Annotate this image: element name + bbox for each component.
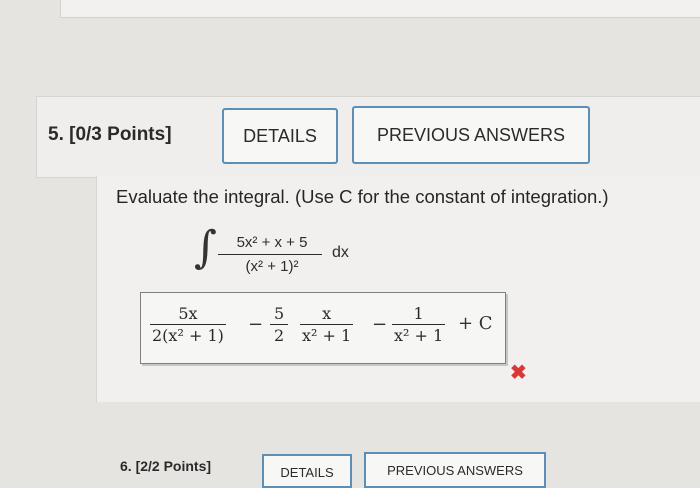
integrand-differential: dx — [332, 244, 349, 261]
integral-sign: ∫ — [194, 222, 217, 273]
answer-term-2: 5 2 — [270, 304, 289, 347]
answer-term-1-denominator: 2(x² + 1) — [152, 326, 224, 345]
answer-term-1: 5x 2(x² + 1) — [150, 304, 226, 347]
answer-term-4-numerator: 1 — [413, 304, 424, 323]
answer-term-4-denominator: x² + 1 — [394, 326, 444, 345]
answer-constant: + C — [458, 313, 493, 334]
answer-term-3: x x² + 1 — [300, 304, 354, 347]
answer-operator-2: − — [372, 314, 388, 335]
details-button[interactable]: DETAILS — [222, 108, 338, 164]
integrand-denominator: (x² + 1)² — [245, 258, 299, 275]
answer-term-3-denominator: x² + 1 — [302, 326, 352, 345]
answer-term-4: 1 x² + 1 — [392, 304, 446, 347]
integrand-fraction-bar — [218, 254, 322, 255]
answer-term-1-numerator: 5x — [178, 304, 198, 323]
answer-term-2-denominator: 2 — [274, 326, 285, 345]
question-prompt: Evaluate the integral. (Use C for the co… — [116, 186, 609, 207]
incorrect-x-icon: ✖ — [510, 362, 527, 384]
question-5-body — [96, 176, 700, 402]
question-5-label: 5. [0/3 Points] — [48, 124, 172, 145]
answer-operator-1: − — [248, 314, 264, 335]
previous-question-card — [60, 0, 700, 18]
integrand-numerator: 5x² + x + 5 — [236, 234, 308, 251]
question-6-label: 6. [2/2 Points] — [120, 458, 212, 474]
previous-answers-button[interactable]: PREVIOUS ANSWERS — [352, 106, 590, 164]
answer-term-3-numerator: x — [322, 304, 332, 323]
answer-term-2-numerator: 5 — [274, 304, 285, 323]
